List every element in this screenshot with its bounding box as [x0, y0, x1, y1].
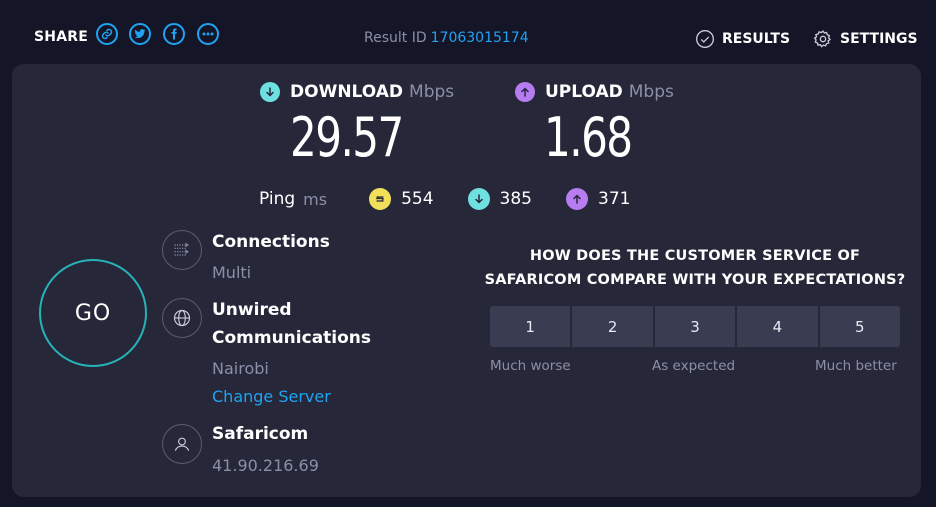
gear-icon	[813, 30, 832, 48]
facebook-icon[interactable]	[163, 23, 185, 45]
ping-download-icon	[467, 188, 490, 210]
scale-mid-label: As expected	[652, 358, 736, 374]
ping-idle-value: 554	[401, 189, 434, 209]
provider-name: Safaricom	[212, 424, 309, 444]
connections-icon[interactable]	[162, 230, 202, 270]
link-icon[interactable]	[96, 23, 118, 45]
rating-option-4[interactable]: 4	[737, 306, 818, 347]
rating-option-2[interactable]: 2	[572, 306, 653, 347]
survey-question: HOW DOES THE CUSTOMER SERVICE OF SAFARIC…	[470, 244, 920, 292]
top-bar: SHARE Result ID 17063015174 RESULTS SETTI…	[0, 0, 936, 64]
ping-upload-icon	[566, 188, 588, 210]
download-label: DOWNLOAD	[290, 82, 404, 102]
connections-title: Connections	[212, 232, 330, 252]
result-id-display: Result ID 17063015174	[364, 30, 529, 46]
upload-unit: Mbps	[628, 82, 674, 102]
download-header: DOWNLOAD Mbps	[260, 82, 454, 102]
ping-unit: ms	[303, 189, 328, 209]
change-server-link[interactable]: Change Server	[212, 387, 331, 406]
ping-label: Ping	[259, 189, 296, 209]
ping-download-value: 385	[499, 189, 532, 209]
upload-speed-value: 1.68	[544, 106, 633, 169]
survey-question-line2: SAFARICOM COMPARE WITH YOUR EXPECTATIONS…	[484, 272, 906, 288]
upload-header: UPLOAD Mbps	[515, 82, 674, 102]
globe-icon	[162, 298, 202, 338]
twitter-icon[interactable]	[129, 23, 151, 45]
download-arrow-icon	[260, 82, 280, 102]
ping-idle-icon	[369, 188, 392, 210]
check-circle-icon	[696, 30, 714, 48]
results-button[interactable]: RESULTS	[695, 29, 790, 49]
user-icon	[162, 424, 202, 464]
survey-question-line1: HOW DOES THE CUSTOMER SERVICE OF	[529, 248, 861, 264]
more-icon[interactable]	[197, 23, 219, 45]
rating-option-3[interactable]: 3	[654, 306, 736, 347]
upload-label: UPLOAD	[545, 82, 623, 102]
upload-arrow-icon	[515, 82, 535, 102]
server-name-line2: Communications	[212, 328, 372, 348]
share-label: SHARE	[34, 29, 88, 45]
result-id-label: Result ID	[364, 30, 427, 46]
results-label: RESULTS	[722, 31, 791, 47]
scale-low-label: Much worse	[490, 358, 571, 374]
download-speed-value: 29.57	[290, 106, 404, 169]
ping-idle[interactable]: 554	[369, 188, 434, 210]
rating-scale: 1 2 3 4 5	[490, 306, 901, 347]
settings-button[interactable]: SETTINGS	[813, 29, 918, 49]
connections-value: Multi	[212, 263, 252, 282]
scale-high-label: Much better	[815, 358, 897, 374]
server-name-line1: Unwired	[212, 300, 292, 320]
download-unit: Mbps	[409, 82, 455, 102]
go-button[interactable]: GO	[39, 259, 147, 367]
ping-upload[interactable]: 371	[566, 188, 630, 210]
ping-download[interactable]: 385	[467, 188, 532, 210]
provider-ip: 41.90.216.69	[212, 456, 319, 475]
result-id-link[interactable]: 17063015174	[431, 30, 529, 46]
rating-option-5[interactable]: 5	[819, 306, 901, 347]
ping-upload-value: 371	[598, 189, 631, 209]
rating-option-1[interactable]: 1	[490, 306, 571, 347]
server-location: Nairobi	[212, 359, 269, 378]
settings-label: SETTINGS	[840, 31, 918, 47]
ping-row: Ping ms 554 385 371	[259, 188, 664, 210]
